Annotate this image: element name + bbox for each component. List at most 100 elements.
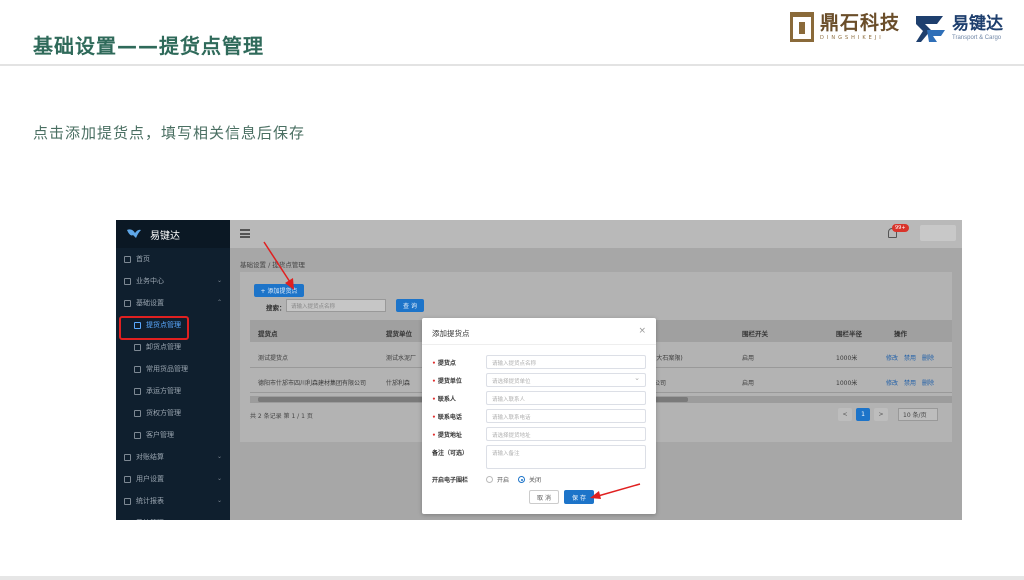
sidebar-item[interactable]: 用户设置 ⌄: [116, 468, 230, 490]
sidebar-item[interactable]: 对账结算 ⌄: [116, 446, 230, 468]
sidebar-item[interactable]: 首页: [116, 248, 230, 270]
delete-link[interactable]: 删除: [922, 378, 934, 387]
title-divider: [0, 64, 1024, 66]
cell-point: 测试提货点: [258, 355, 289, 362]
page-button-current[interactable]: 1: [856, 408, 870, 421]
field-label-text: 提货点: [437, 360, 456, 367]
disable-link[interactable]: 禁用: [904, 353, 916, 362]
users-icon: [134, 431, 141, 439]
radio-dot: [518, 476, 525, 483]
cancel-button[interactable]: 取 消: [529, 490, 559, 504]
brand-bird-icon: [127, 229, 141, 238]
chevron-icon: ⌄: [216, 453, 222, 460]
sidebar-item-label: 常用货品管理: [146, 365, 188, 373]
field-label: 备注（可选）: [432, 448, 468, 457]
cell-unit: 测试水泥厂: [386, 355, 417, 362]
form-input[interactable]: 请输入联系电话: [486, 409, 646, 423]
slide: 基础设置——提货点管理 鼎石科技 DINGSHIKEJI 易键达 Transpo…: [0, 0, 1024, 580]
sidebar-item[interactable]: 承运方管理: [116, 380, 230, 402]
sidebar-item-label: 首页: [136, 255, 150, 263]
avatar[interactable]: [920, 225, 956, 241]
required-mark-icon: •: [432, 378, 436, 385]
edit-link[interactable]: 修改: [886, 353, 898, 362]
field-label-text: 联系人: [437, 396, 456, 403]
field-label-text: 联系电话: [437, 414, 462, 421]
dialog-title: 添加提货点: [432, 329, 470, 338]
pagination-total: 共 2 条记录 第 1 / 1 页: [250, 413, 313, 420]
chevron-icon: ⌄: [216, 277, 222, 284]
radio-dot: [486, 476, 493, 483]
form-input[interactable]: 请选择提货地址: [486, 427, 646, 441]
field-label-text: 提货地址: [437, 432, 462, 439]
sidebar-item-label: 承运方管理: [146, 387, 181, 395]
cell-fence: 启用: [742, 355, 755, 362]
gear-icon: [124, 299, 131, 307]
th-unit: 提货单位: [386, 330, 412, 338]
field-label-text: 提货单位: [437, 378, 462, 385]
required-mark-icon: •: [432, 360, 436, 367]
required-mark-icon: •: [432, 414, 436, 421]
dialog-divider: [422, 344, 656, 345]
save-button[interactable]: 保 存: [564, 490, 594, 504]
slide-title: 基础设置——提货点管理: [33, 34, 264, 58]
yijianda-mark-icon: [916, 16, 945, 42]
delete-link[interactable]: 删除: [922, 353, 934, 362]
edit-link[interactable]: 修改: [886, 378, 898, 387]
sidebar-item[interactable]: 常用货品管理: [116, 358, 230, 380]
cell-radius: 1000米: [836, 355, 858, 362]
slide-caption: 点击添加提货点，填写相关信息后保存: [33, 124, 306, 142]
page-size-select[interactable]: 10 条/页: [898, 408, 938, 421]
add-pickup-point-button[interactable]: + 添加提货点: [254, 284, 304, 297]
sidebar-item[interactable]: 业务中心 ⌄: [116, 270, 230, 292]
sidebar-item[interactable]: 统计报表 ⌄: [116, 490, 230, 512]
yijianda-logo-sub: Transport & Cargo: [952, 35, 1002, 41]
sidebar-item-label: 客户管理: [146, 431, 174, 439]
breadcrumb: 基础设置 / 提货点管理: [240, 261, 305, 269]
next-page-button[interactable]: >: [874, 408, 888, 421]
dingshi-logo: 鼎石科技 DINGSHIKEJI: [790, 12, 900, 42]
search-input[interactable]: 请输入提货点名称: [286, 299, 386, 312]
add-pickup-point-dialog: 添加提货点 × •提货点请输入提货点名称•提货单位请选择提货单位•联系人请输入联…: [422, 318, 656, 514]
sidebar-nav: 首页 业务中心 ⌄ 基础设置 ⌃ 提货点管理 卸货点管理 常用货品管理 承运方管理 货权方管理 客户…: [116, 248, 230, 520]
sidebar-item-label: 系统管理: [136, 518, 164, 520]
field-label: • 提货点: [432, 358, 456, 367]
sidebar-item[interactable]: 基础设置 ⌃: [116, 292, 230, 314]
th-point: 提货点: [258, 330, 278, 338]
dingshi-logo-name: 鼎石科技: [820, 12, 901, 34]
sidebar-brand[interactable]: 易键达: [116, 220, 230, 248]
chevron-icon: ⌃: [216, 299, 222, 306]
sidebar-item-label: 卸货点管理: [146, 343, 181, 351]
remark-textarea[interactable]: 请输入备注: [486, 445, 646, 469]
cell-unit: 什邡利森: [386, 380, 411, 387]
field-label-text: 备注（可选）: [432, 450, 469, 457]
close-icon[interactable]: ×: [638, 326, 646, 336]
fence-on-radio[interactable]: 开启: [486, 475, 509, 484]
sidebar-item-label: 对账结算: [136, 453, 164, 461]
sidebar-item[interactable]: 系统管理 ⌄: [116, 512, 230, 520]
location-icon: [134, 343, 141, 351]
sidebar-item-label: 货权方管理: [146, 409, 181, 417]
active-item-highlight: [119, 316, 189, 340]
fence-off-radio[interactable]: 关闭: [518, 475, 541, 484]
required-mark-icon: •: [432, 396, 436, 403]
menu-toggle-icon[interactable]: [240, 229, 250, 238]
prev-page-button[interactable]: <: [838, 408, 852, 421]
unit-select[interactable]: 请选择提货单位: [486, 373, 646, 387]
form-input[interactable]: 请输入联系人: [486, 391, 646, 405]
form-input[interactable]: 请输入提货点名称: [486, 355, 646, 369]
chart-icon: [124, 497, 131, 505]
yijianda-logo-name: 易键达: [952, 14, 1003, 34]
grid-icon: [124, 277, 131, 285]
chevron-icon: ⌄: [216, 497, 222, 504]
app-screenshot: 易键达 首页 业务中心 ⌄ 基础设置 ⌃ 提货点管理 卸货点管理 常用货品管理 承运方管理 货权方…: [116, 220, 962, 520]
dingshi-mark-icon: [790, 12, 814, 42]
yijianda-logo: 易键达 Transport & Cargo: [913, 10, 1003, 46]
user-icon: [134, 409, 141, 417]
sidebar-item[interactable]: 货权方管理: [116, 402, 230, 424]
disable-link[interactable]: 禁用: [904, 378, 916, 387]
cell-point: 德阳市什邡市四川利森建材集团有限公司: [258, 380, 367, 387]
query-button[interactable]: 查 询: [396, 299, 424, 312]
sidebar-item-label: 用户设置: [136, 475, 164, 483]
th-fence: 围栏开关: [742, 330, 768, 338]
sidebar-item[interactable]: 客户管理: [116, 424, 230, 446]
